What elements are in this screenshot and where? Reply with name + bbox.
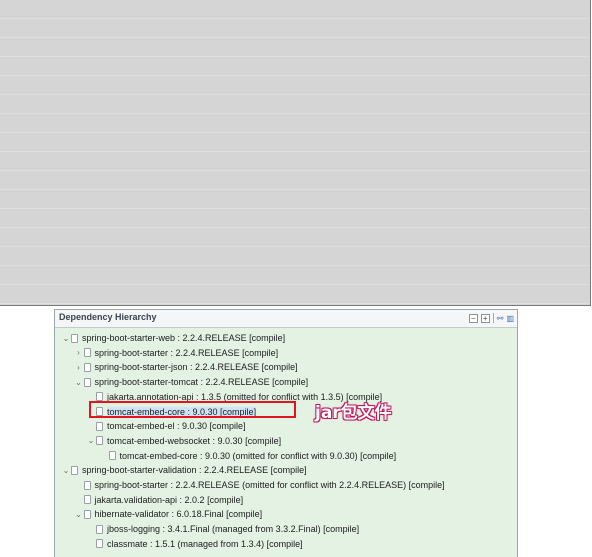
jar-file-icon <box>96 539 103 549</box>
jar-file-icon <box>83 480 91 490</box>
chevron-down-icon[interactable]: ⌄ <box>86 436 96 445</box>
tree-row[interactable]: ⌄ spring-boot-starter-validation : 2.2.4.… <box>61 463 307 477</box>
tree-row-label: tomcat-embed-websocket : 9.0.30 [compile… <box>107 435 282 446</box>
tree-row-label: tomcat-embed-core : 9.0.30 (omitted for … <box>119 450 397 461</box>
dependency-hierarchy-panel: Dependency Hierarchy − + ⚯ ▥ ⌄ spring-boo… <box>54 309 518 557</box>
tree-row[interactable]: ⌄ tomcat-embed-websocket : 9.0.30 [compil… <box>86 434 281 448</box>
tree-row-label: classmate : 1.5.1 (managed from 1.3.4) [… <box>107 538 303 549</box>
tree-row-label: spring-boot-starter : 2.2.4.RELEASE [com… <box>94 347 279 358</box>
tree-row-label: spring-boot-starter : 2.2.4.RELEASE (omi… <box>94 480 445 490</box>
tree-row-label: spring-boot-starter-validation : 2.2.4.R… <box>82 465 307 476</box>
jar-file-icon <box>83 377 91 387</box>
jar-file-icon <box>96 524 103 534</box>
chevron-down-icon[interactable]: ⌄ <box>61 466 71 475</box>
tree-row[interactable]: tomcat-embed-el : 9.0.30 [compile] <box>86 419 246 433</box>
tree-row[interactable]: ⌄ hibernate-validator : 6.0.18.Final [com… <box>74 507 263 521</box>
tree-row-label: spring-boot-starter-json : 2.2.4.RELEASE… <box>94 362 298 373</box>
chevron-down-icon[interactable]: ⌄ <box>61 334 71 343</box>
hierarchy-view-icon[interactable]: ⚯ <box>497 314 504 323</box>
jar-file-icon <box>71 333 78 343</box>
panel-header: Dependency Hierarchy − + ⚯ ▥ <box>55 310 517 328</box>
jar-file-icon <box>83 348 91 358</box>
panel-title: Dependency Hierarchy <box>59 312 157 322</box>
jar-file-icon <box>71 465 78 475</box>
expand-all-icon[interactable]: + <box>480 313 490 323</box>
tree-row[interactable]: jboss-logging : 3.4.1.Final (managed fro… <box>86 522 359 536</box>
tree-row[interactable]: classmate : 1.5.1 (managed from 1.3.4) [… <box>86 537 303 551</box>
tree-row-label: hibernate-validator : 6.0.18.Final [comp… <box>94 509 263 520</box>
jar-file-icon <box>83 495 91 505</box>
toolbar-separator <box>492 313 494 323</box>
tree-row[interactable]: ⌄ spring-boot-starter-tomcat : 2.2.4.RELE… <box>74 375 309 389</box>
chevron-down-icon[interactable]: ⌄ <box>74 510 84 519</box>
list-view-icon[interactable]: ▥ <box>506 314 514 323</box>
empty-editor-area <box>0 0 591 306</box>
tree-row-label: spring-boot-starter-web : 2.2.4.RELEASE … <box>82 333 286 343</box>
jar-file-icon <box>96 392 103 402</box>
chevron-down-icon[interactable]: ⌄ <box>74 378 84 387</box>
tree-row[interactable]: › spring-boot-starter-json : 2.2.4.RELEAS… <box>74 360 298 374</box>
highlight-annotation-box <box>89 401 296 418</box>
tree-row-label: spring-boot-starter-tomcat : 2.2.4.RELEA… <box>94 377 309 388</box>
tree-row-label: jboss-logging : 3.4.1.Final (managed fro… <box>107 524 360 535</box>
tree-row-label: jakarta.validation-api : 2.0.2 [compile] <box>94 494 244 505</box>
tree-row-label: tomcat-embed-el : 9.0.30 [compile] <box>107 421 246 432</box>
jar-file-icon <box>96 436 103 446</box>
jar-file-icon <box>83 509 91 519</box>
jar-file-icon <box>83 362 91 372</box>
jar-file-icon <box>96 421 103 431</box>
collapse-all-icon[interactable]: − <box>468 313 478 323</box>
tree-row[interactable]: spring-boot-starter : 2.2.4.RELEASE (omi… <box>74 478 445 492</box>
chevron-right-icon[interactable]: › <box>74 363 84 372</box>
jar-file-icon <box>108 451 116 461</box>
tree-row[interactable]: ⌄ spring-boot-starter-web : 2.2.4.RELEASE… <box>61 331 285 345</box>
tree-row[interactable]: tomcat-embed-core : 9.0.30 (omitted for … <box>99 449 397 463</box>
panel-toolbar: − + ⚯ ▥ <box>468 313 514 323</box>
tree-row[interactable]: jakarta.validation-api : 2.0.2 [compile] <box>74 493 244 507</box>
chevron-right-icon[interactable]: › <box>74 348 84 357</box>
tree-row[interactable]: › spring-boot-starter : 2.2.4.RELEASE [co… <box>74 346 279 360</box>
annotation-label: jar包文件 <box>315 403 392 423</box>
